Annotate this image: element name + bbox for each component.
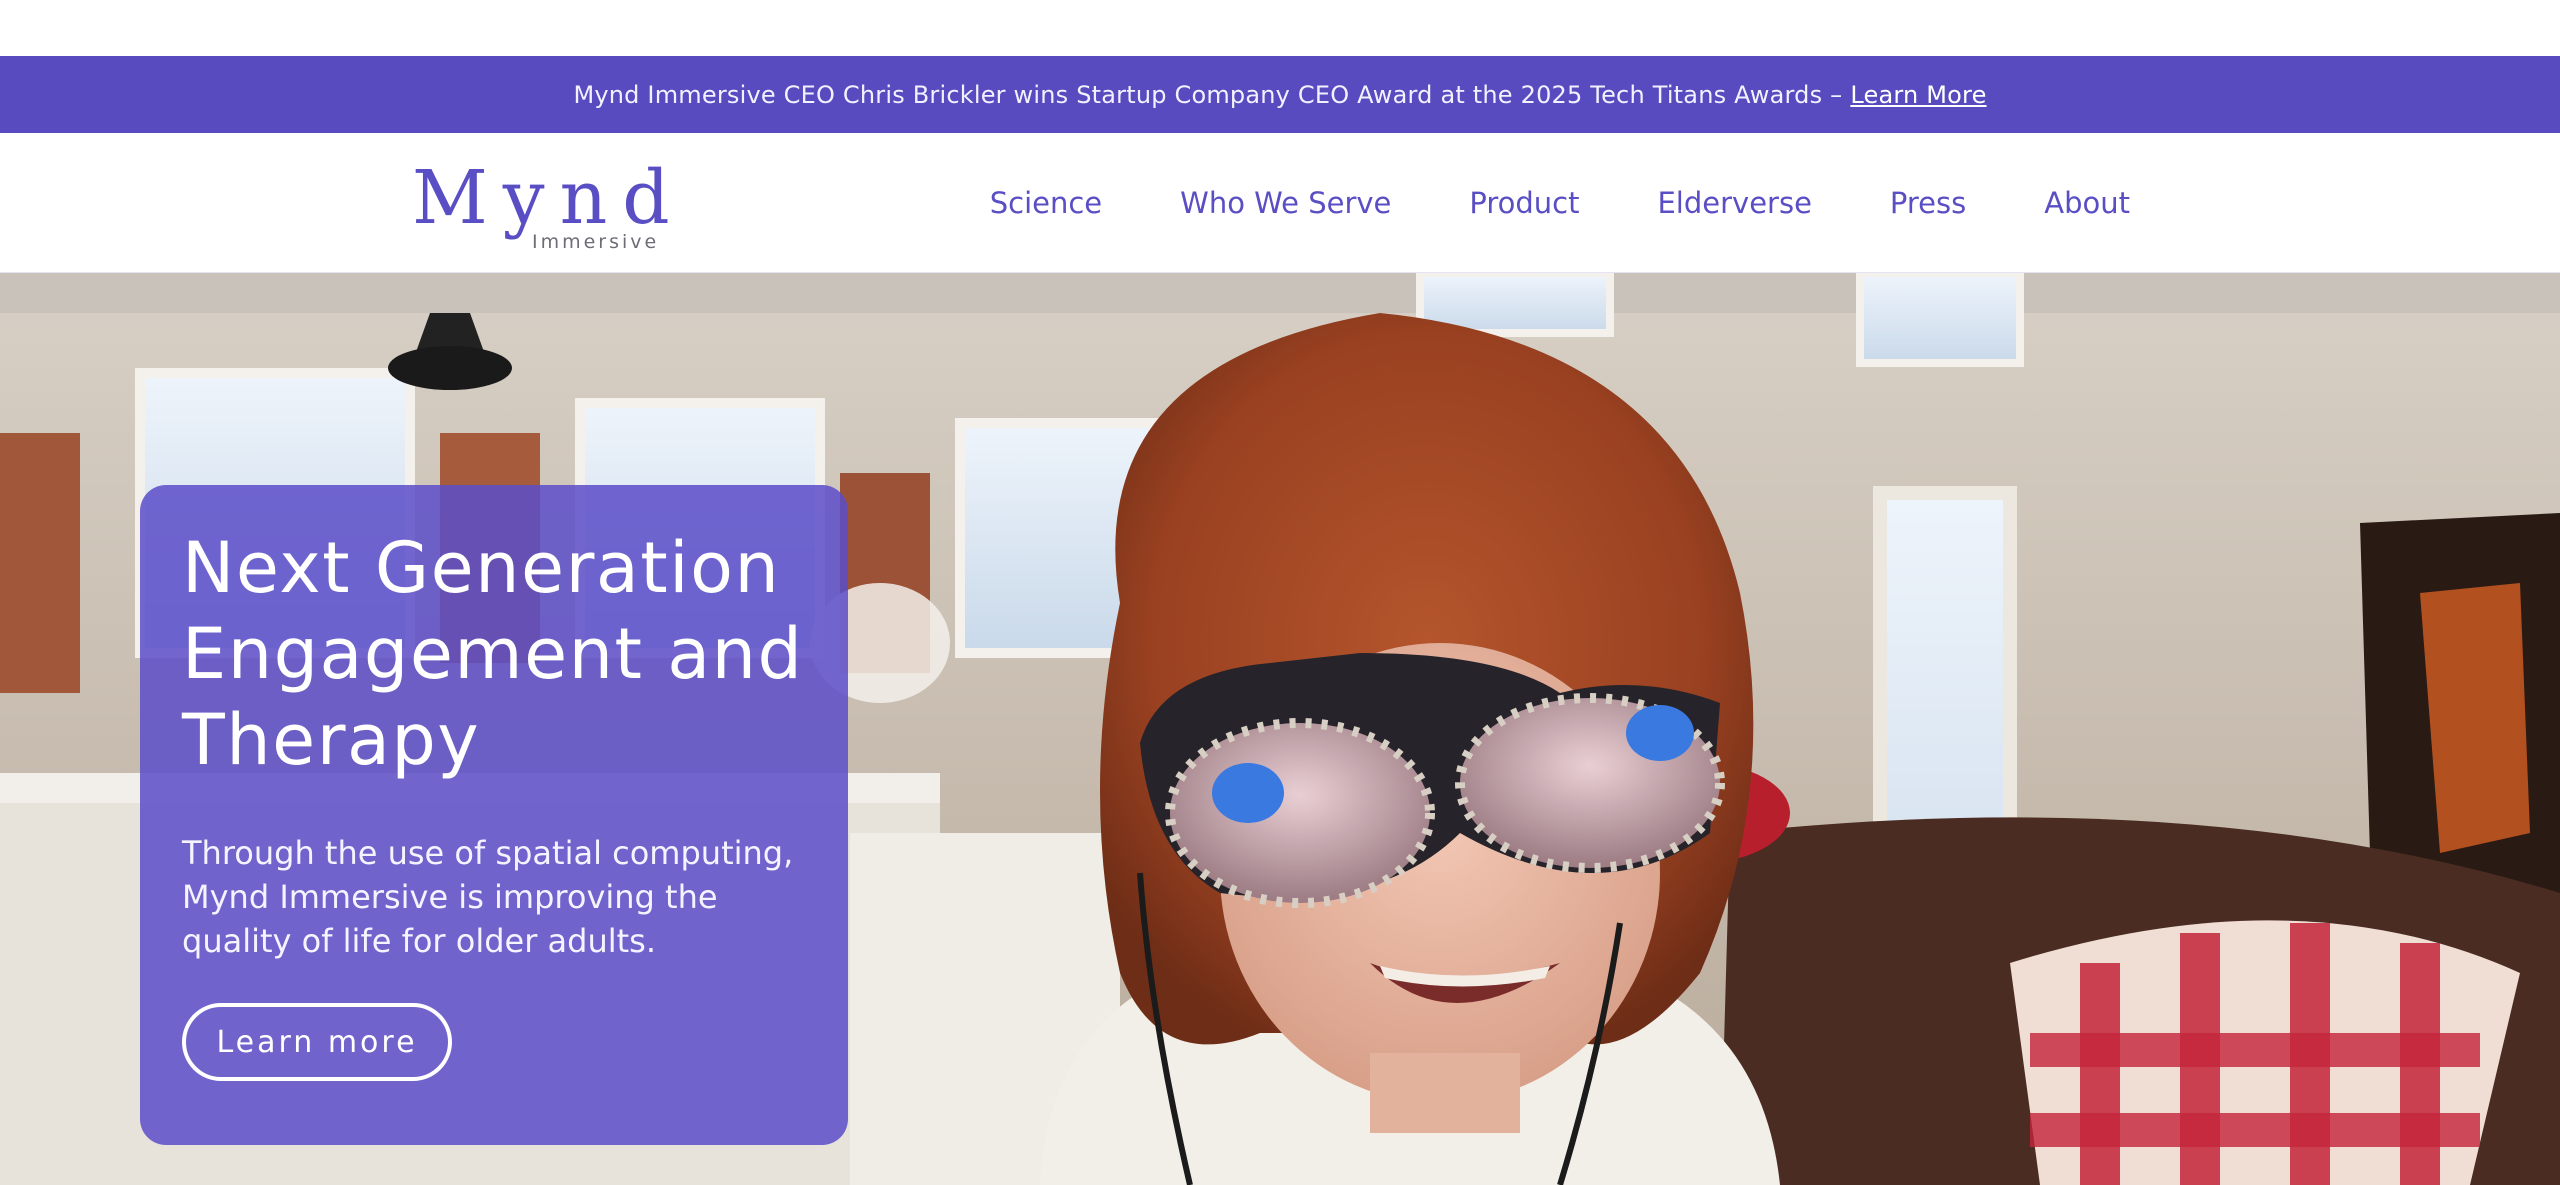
nav-item-who-we-serve[interactable]: Who We Serve: [1180, 186, 1391, 220]
hero-section: Next Generation Engagement and Therapy T…: [0, 273, 2560, 1185]
hero-card: Next Generation Engagement and Therapy T…: [140, 485, 848, 1145]
top-spacer: [0, 0, 2560, 56]
nav-item-product[interactable]: Product: [1469, 186, 1579, 220]
site-header: Mynd Immersive Science Who We Serve Prod…: [0, 133, 2560, 273]
logo-wordmark: Mynd: [412, 155, 685, 241]
mynd-logo[interactable]: Mynd Immersive: [412, 155, 672, 255]
nav-item-science[interactable]: Science: [990, 186, 1102, 220]
announcement-learn-more-link[interactable]: Learn More: [1850, 81, 1986, 109]
main-nav: Science Who We Serve Product Elderverse …: [990, 133, 2130, 273]
hero-title: Next Generation Engagement and Therapy: [182, 527, 804, 781]
nav-item-press[interactable]: Press: [1890, 186, 1966, 220]
hero-subtitle: Through the use of spatial computing, My…: [182, 834, 794, 960]
announcement-bar: Mynd Immersive CEO Chris Brickler wins S…: [0, 56, 2560, 133]
logo-subtitle: Immersive: [532, 231, 660, 253]
nav-item-about[interactable]: About: [2044, 186, 2130, 220]
hero-learn-more-button[interactable]: Learn more: [182, 1003, 452, 1081]
nav-item-elderverse[interactable]: Elderverse: [1657, 186, 1811, 220]
announcement-text: Mynd Immersive CEO Chris Brickler wins S…: [573, 80, 1843, 109]
